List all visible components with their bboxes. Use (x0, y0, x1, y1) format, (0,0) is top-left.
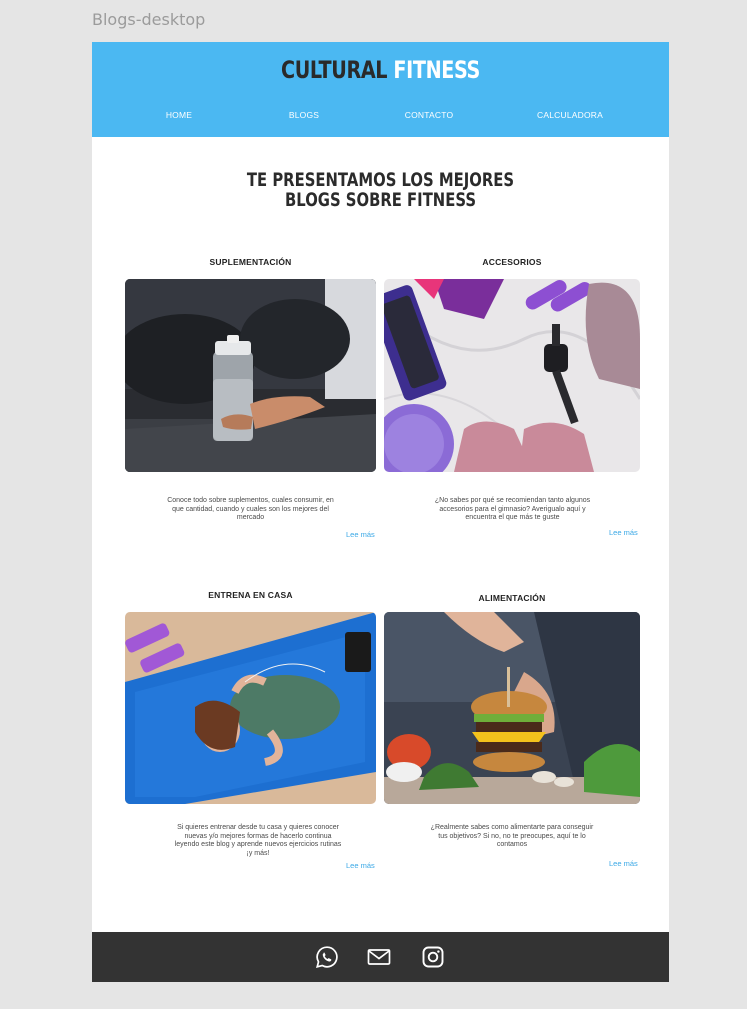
brand-part-2: FITNESS (393, 56, 480, 84)
read-more-alimentacion[interactable]: Lee más (609, 859, 638, 868)
page: CULTURAL FITNESS HOME BLOGS CONTACTO CAL… (92, 42, 669, 982)
page-title-line-2: BLOGS SOBRE FITNESS (284, 189, 477, 211)
whatsapp-icon[interactable] (315, 945, 339, 969)
page-title: TE PRESENTAMOS LOS MEJORES BLOGS SOBRE F… (155, 170, 605, 210)
card-image-alimentacion[interactable] (384, 612, 640, 804)
card-image-entrena-en-casa[interactable] (125, 612, 376, 804)
card-title-suplementacion: SUPLEMENTACIÓN (209, 257, 292, 267)
main-nav: HOME BLOGS CONTACTO CALCULADORA (92, 110, 669, 124)
shaker-photo (125, 279, 376, 472)
card-description-suplementacion: Conoce todo sobre suplementos, cuales co… (167, 497, 334, 522)
burger-photo (384, 612, 640, 804)
card-image-suplementacion[interactable] (125, 279, 376, 472)
accessories-photo (384, 279, 640, 472)
card-description-entrena-en-casa: Si quieres entrenar desde tu casa y quie… (174, 824, 342, 857)
nav-blogs[interactable]: BLOGS (289, 110, 319, 120)
card-title-alimentacion: ALIMENTACIÓN (478, 593, 546, 603)
nav-contacto[interactable]: CONTACTO (405, 110, 454, 120)
instagram-icon[interactable] (421, 945, 445, 969)
brand-part-1: CULTURAL (281, 56, 388, 84)
card-image-accesorios[interactable] (384, 279, 640, 472)
read-more-entrena-en-casa[interactable]: Lee más (346, 861, 375, 870)
mail-icon[interactable] (367, 945, 391, 969)
card-title-accesorios: ACCESORIOS (482, 257, 542, 267)
home-workout-photo (125, 612, 376, 804)
nav-home[interactable]: HOME (166, 110, 192, 120)
frame-label: Blogs-desktop (92, 10, 206, 29)
page-title-line-1: TE PRESENTAMOS LOS MEJORES (246, 169, 515, 191)
footer (92, 932, 669, 982)
nav-calculadora[interactable]: CALCULADORA (537, 110, 603, 120)
card-description-alimentacion: ¿Realmente sabes como alimentarte para c… (430, 824, 594, 849)
brand-logo[interactable]: CULTURAL FITNESS (150, 56, 612, 84)
read-more-accesorios[interactable]: Lee más (609, 528, 638, 537)
header: CULTURAL FITNESS HOME BLOGS CONTACTO CAL… (92, 42, 669, 137)
card-title-entrena-en-casa: ENTRENA EN CASA (208, 590, 293, 600)
card-description-accesorios: ¿No sabes por qué se recomiendan tanto a… (434, 497, 591, 522)
read-more-suplementacion[interactable]: Lee más (346, 530, 375, 539)
